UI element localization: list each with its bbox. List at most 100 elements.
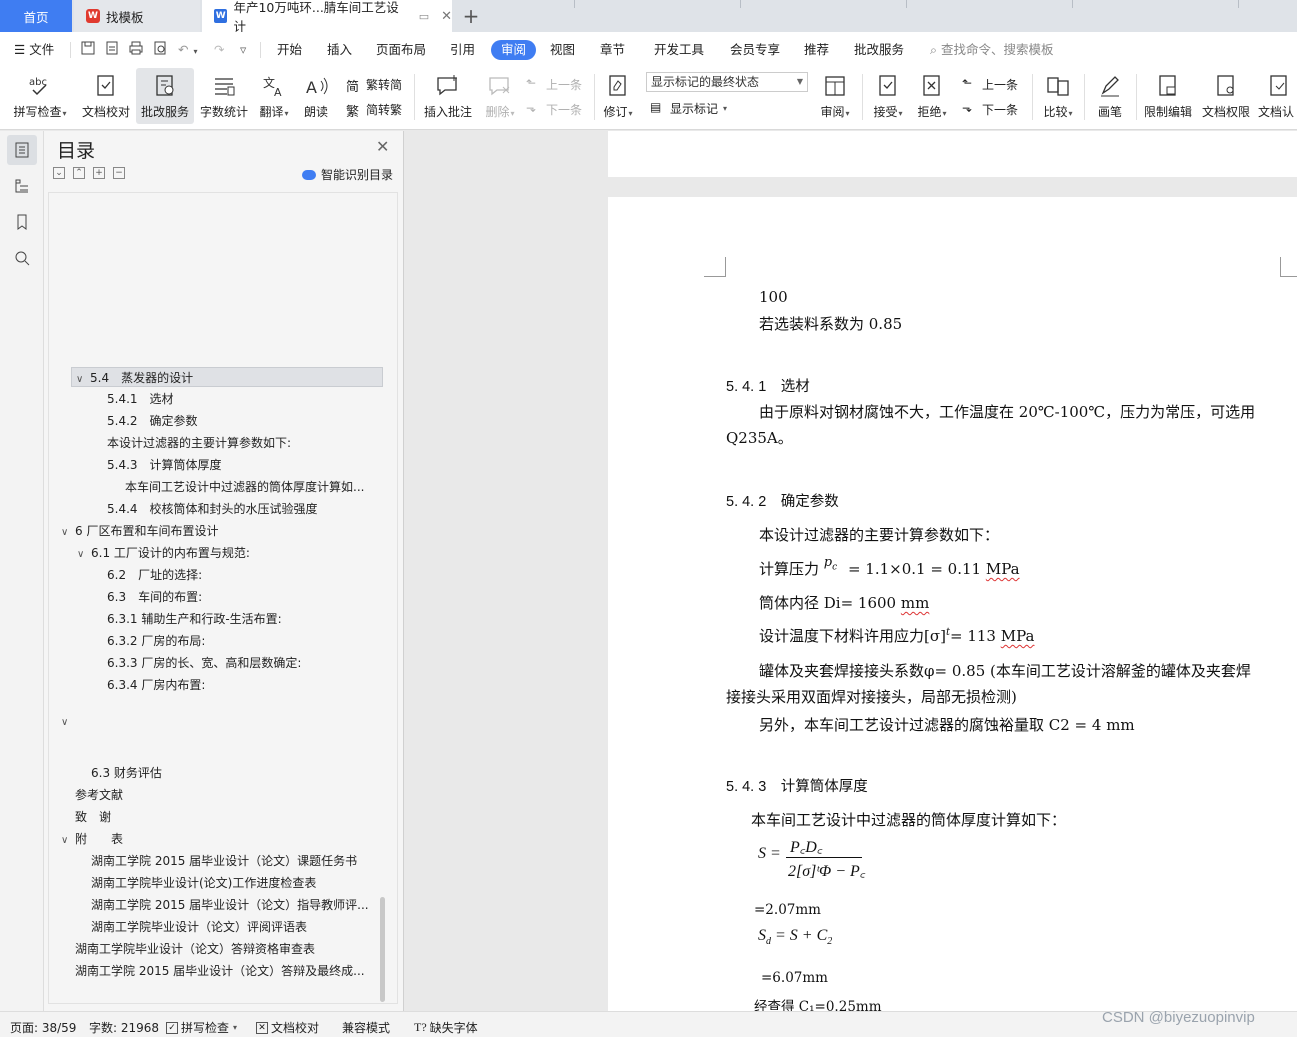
remove-heading-icon[interactable]: − bbox=[113, 167, 125, 179]
pen-button[interactable]: 画笔 bbox=[1090, 68, 1130, 124]
word-count-indicator[interactable]: 字数: 21968 bbox=[89, 1019, 159, 1036]
toc-item[interactable]: 6.3.3 厂房的长、宽、高和层数确定: bbox=[107, 653, 377, 673]
search-icon[interactable] bbox=[7, 243, 37, 273]
compare-button[interactable]: 比较▾ bbox=[1038, 68, 1078, 124]
word-count-button[interactable]: 字数统计 bbox=[196, 68, 252, 124]
toc-item[interactable]: 湖南工学院毕业设计(论文)工作进度检查表 bbox=[91, 873, 371, 893]
menu-item-review[interactable]: 审阅 bbox=[491, 40, 537, 60]
doc-check-button[interactable]: 文档校对 bbox=[78, 68, 134, 124]
add-heading-icon[interactable]: + bbox=[93, 167, 105, 179]
menu-item-start[interactable]: 开始 bbox=[277, 40, 302, 60]
show-markup-button[interactable]: ▤ 显示标记 ▾ bbox=[650, 98, 727, 118]
toc-item[interactable]: 参考文献 bbox=[75, 785, 375, 805]
new-tab-button[interactable]: + bbox=[458, 0, 484, 32]
status-doc-check[interactable]: ✕ 文档校对 bbox=[256, 1019, 319, 1036]
toc-item[interactable]: 致 谢 bbox=[75, 807, 375, 827]
next-change-button[interactable]: ⬎ 下一条 bbox=[962, 99, 1018, 119]
toc-item[interactable]: 湖南工学院 2015 届毕业设计（论文）指导教师评... bbox=[91, 895, 371, 915]
toc-item[interactable]: 6.2 厂址的选择: bbox=[107, 565, 377, 585]
toc-item[interactable]: ∨ bbox=[61, 711, 101, 731]
toc-item[interactable]: 湖南工学院 2015 届毕业设计（论文）课题任务书 bbox=[91, 851, 371, 871]
prev-comment-button[interactable]: ⬑ 上一条 bbox=[526, 74, 582, 94]
status-doc-check-label: 文档校对 bbox=[271, 1021, 320, 1035]
export-pdf-icon[interactable] bbox=[104, 40, 120, 60]
command-search[interactable]: ⌕ 查找命令、搜索模板 bbox=[930, 40, 1054, 60]
status-spell-check[interactable]: ✓ 拼写检查 ▾ bbox=[166, 1019, 237, 1036]
chevron-down-icon[interactable]: ∨ bbox=[61, 523, 75, 541]
toc-item[interactable]: ∨ 附 表 bbox=[61, 829, 381, 849]
simp-to-trad-button[interactable]: 繁 简转繁 bbox=[346, 99, 402, 121]
bookmark-icon[interactable] bbox=[7, 207, 37, 237]
doc-permission-button[interactable]: 文档权限 bbox=[1198, 68, 1254, 124]
page-indicator[interactable]: 页面: 38/59 bbox=[10, 1019, 76, 1036]
review-pane-button[interactable]: 审阅▾ bbox=[814, 68, 856, 124]
track-changes-button[interactable]: 修订▾ bbox=[598, 68, 638, 124]
navigation-tree-icon[interactable] bbox=[7, 171, 37, 201]
menu-item-page-layout[interactable]: 页面布局 bbox=[376, 40, 426, 60]
toc-item[interactable]: 6.3.1 辅助生产和行政-生活布置: bbox=[107, 609, 377, 629]
quick-access-more-icon[interactable]: ▿ bbox=[240, 40, 246, 60]
menu-item-member[interactable]: 会员专享 bbox=[730, 40, 780, 60]
chevron-down-icon[interactable]: ∨ bbox=[77, 545, 91, 563]
chevron-down-icon[interactable]: ∨ bbox=[61, 831, 75, 849]
translate-button[interactable]: 文A 翻译▾ bbox=[254, 68, 294, 124]
chevron-down-icon[interactable]: ∨ bbox=[61, 713, 75, 731]
toc-item[interactable]: 本设计过滤器的主要计算参数如下: bbox=[107, 433, 377, 453]
menu-item-chapter[interactable]: 章节 bbox=[600, 40, 625, 60]
menu-item-insert[interactable]: 插入 bbox=[327, 40, 352, 60]
toc-item[interactable]: 5.4.3 计算筒体厚度 bbox=[107, 455, 377, 475]
tab-home[interactable]: 首页 bbox=[0, 0, 72, 32]
insert-comment-button[interactable]: 插入批注 bbox=[420, 68, 476, 124]
delete-comment-button[interactable]: 删除▾ bbox=[480, 68, 520, 124]
menu-item-dev-tools[interactable]: 开发工具 bbox=[654, 40, 704, 60]
prev-change-button[interactable]: ⬑ 上一条 bbox=[962, 74, 1018, 94]
menu-item-references[interactable]: 引用 bbox=[450, 40, 475, 60]
spell-check-button[interactable]: abc 拼写检查▾ bbox=[8, 68, 72, 124]
toc-panel-icon[interactable] bbox=[7, 135, 37, 165]
toc-item[interactable]: ∨ 5.4 蒸发器的设计 bbox=[71, 367, 383, 387]
document-page[interactable]: 100 若选装料系数为 0.85 5. 4. 1 选材 由于原料对钢材腐蚀不大，… bbox=[608, 197, 1297, 1011]
next-comment-button[interactable]: ⬎ 下一条 bbox=[526, 99, 582, 119]
toc-item[interactable]: 5.4.4 校核筒体和封头的水压试验强度 bbox=[107, 499, 377, 519]
review-service-button[interactable]: 批改服务 bbox=[136, 68, 194, 124]
float-window-icon[interactable]: ▭ bbox=[419, 10, 429, 23]
toc-item[interactable]: 湖南工学院 2015 届毕业设计（论文）答辩及最终成... bbox=[75, 961, 371, 981]
trad-to-simp-button[interactable]: 简 繁转简 bbox=[346, 74, 402, 96]
print-icon[interactable] bbox=[128, 40, 144, 60]
tab-document[interactable]: W 年产10万吨环...腈车间工艺设计 ▭ ✕ bbox=[202, 0, 452, 34]
missing-font-button[interactable]: T? 缺失字体 bbox=[414, 1019, 478, 1036]
menu-item-view[interactable]: 视图 bbox=[550, 40, 575, 60]
toc-item[interactable]: 6.3 财务评估 bbox=[91, 763, 371, 783]
toc-item[interactable]: 湖南工学院毕业设计（论文）评阅评语表 bbox=[91, 917, 371, 937]
restrict-edit-button[interactable]: 限制编辑 bbox=[1140, 68, 1196, 124]
doc-auth-button[interactable]: 文档认 bbox=[1258, 68, 1297, 124]
chevron-down-icon[interactable]: ∨ bbox=[76, 370, 90, 386]
markup-state-select[interactable]: 显示标记的最终状态 ▼ bbox=[646, 72, 808, 92]
close-tab-icon[interactable]: ✕ bbox=[441, 9, 452, 24]
menu-item-recommend[interactable]: 推荐 bbox=[804, 40, 829, 60]
file-menu[interactable]: ☰ 文件 bbox=[14, 40, 54, 60]
toc-item[interactable]: ∨ 6.1 工厂设计的内布置与规范: bbox=[77, 543, 377, 563]
menu-item-review-service[interactable]: 批改服务 bbox=[854, 40, 904, 60]
smart-toc-button[interactable]: 智能识别目录 bbox=[302, 166, 393, 183]
close-icon[interactable]: ✕ bbox=[376, 137, 389, 156]
toc-item[interactable]: ∨ 6 厂区布置和车间布置设计 bbox=[61, 521, 381, 541]
toc-item[interactable]: 湖南工学院毕业设计（论文）答辩资格审查表 bbox=[75, 939, 371, 959]
reject-change-button[interactable]: 拒绝▾ bbox=[912, 68, 952, 124]
redo-icon[interactable]: ↷ bbox=[214, 40, 224, 60]
toc-item[interactable]: 6.3.2 厂房的布局: bbox=[107, 631, 377, 651]
toc-scrollbar[interactable] bbox=[380, 897, 385, 1002]
toc-item[interactable]: 5.4.1 选材 bbox=[107, 389, 377, 409]
undo-icon[interactable]: ↶ ▾ bbox=[178, 40, 197, 60]
toc-item[interactable]: 本车间工艺设计中过滤器的筒体厚度计算如... bbox=[125, 477, 373, 497]
collapse-all-icon[interactable]: ⌄ bbox=[53, 167, 65, 179]
toc-item[interactable]: 6.3 车间的布置: bbox=[107, 587, 377, 607]
accept-change-button[interactable]: 接受▾ bbox=[868, 68, 908, 124]
toc-item[interactable]: 6.3.4 厂房内布置: bbox=[107, 675, 377, 695]
toc-item[interactable]: 5.4.2 确定参数 bbox=[107, 411, 377, 431]
tab-template[interactable]: W 找模板 bbox=[74, 0, 200, 32]
save-icon[interactable] bbox=[80, 40, 96, 60]
print-preview-icon[interactable] bbox=[152, 40, 168, 60]
expand-all-icon[interactable]: ⌃ bbox=[73, 167, 85, 179]
read-aloud-button[interactable]: A 朗读 bbox=[298, 68, 334, 124]
